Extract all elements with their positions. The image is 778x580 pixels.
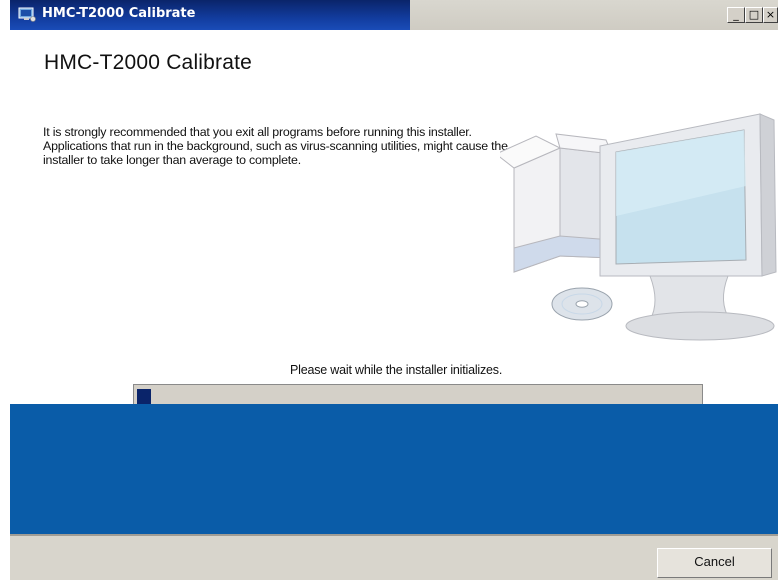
footer-bar: Cancel (10, 534, 778, 580)
close-button[interactable]: × (763, 7, 778, 23)
title-bar[interactable]: HMC-T2000 Calibrate _ □ × (10, 0, 778, 30)
minimize-button[interactable]: _ (727, 7, 745, 23)
title-bar-inactive-strip (410, 0, 778, 30)
cancel-button[interactable]: Cancel (657, 548, 772, 578)
status-text: Please wait while the installer initiali… (290, 363, 503, 377)
installer-window: HMC-T2000 Calibrate _ □ × HMC-T2000 Cali… (10, 0, 778, 580)
maximize-button[interactable]: □ (745, 7, 763, 23)
decorative-banner (10, 404, 778, 534)
recommendation-text: It is strongly recommended that you exit… (43, 125, 508, 167)
computer-box-cd-illustration (500, 113, 777, 341)
page-title: HMC-T2000 Calibrate (44, 51, 253, 74)
installer-icon (18, 7, 36, 22)
window-title: HMC-T2000 Calibrate (42, 6, 196, 21)
